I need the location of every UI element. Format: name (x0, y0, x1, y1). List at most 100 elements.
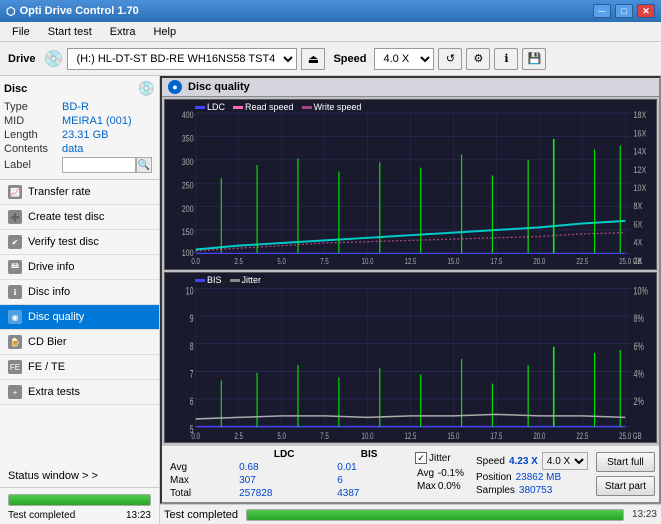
svg-text:400: 400 (182, 110, 194, 120)
buttons-section: Start full Start part (592, 446, 659, 502)
svg-text:25.0 GB: 25.0 GB (619, 258, 642, 266)
app-progress-fill (247, 510, 623, 520)
speed-avg-val: 4.23 X (509, 456, 538, 467)
main-area: Disc 💿 Type BD-R MID MEIRA1 (001) Length… (0, 76, 661, 524)
fe-te-icon: FE (8, 360, 22, 374)
svg-text:6%: 6% (633, 340, 643, 352)
disc-type-row: Type BD-R (4, 101, 155, 113)
stats-avg-ldc: 0.68 (235, 461, 333, 474)
drive-select[interactable]: (H:) HL-DT-ST BD-RE WH16NS58 TST4 (67, 48, 297, 70)
disc-label-input[interactable] (62, 157, 136, 173)
svg-text:12.5: 12.5 (405, 258, 417, 266)
svg-text:12X: 12X (633, 165, 646, 175)
stats-max-ldc: 307 (235, 474, 333, 487)
stats-max-bis: 6 (333, 474, 405, 487)
sidebar-item-cd-bier[interactable]: 🍺 CD Bier (0, 330, 159, 355)
stats-row: LDC BIS Avg 0.68 0.01 Max (162, 445, 659, 502)
svg-text:15.0: 15.0 (448, 258, 460, 266)
stats-max-label: Max (166, 474, 235, 487)
speed-select[interactable]: 4.0 X (374, 48, 434, 70)
sidebar-item-extra-tests[interactable]: + Extra tests (0, 380, 159, 405)
sidebar-item-disc-info[interactable]: ℹ Disc info (0, 280, 159, 305)
jitter-max-val: 0.0% (438, 481, 464, 492)
sidebar-item-verify-test-disc[interactable]: ✔ Verify test disc (0, 230, 159, 255)
svg-text:17.5: 17.5 (490, 258, 502, 266)
close-button[interactable]: ✕ (637, 4, 655, 18)
maximize-button[interactable]: □ (615, 4, 633, 18)
write-speed-legend-dot (302, 106, 312, 109)
bis-legend-dot (195, 279, 205, 282)
menu-file[interactable]: File (4, 24, 38, 40)
speed-section: Speed 4.23 X 4.0 X Position 23862 MB Sam… (472, 446, 592, 502)
svg-text:18X: 18X (633, 110, 646, 120)
svg-text:10%: 10% (633, 285, 647, 297)
save-button[interactable]: 💾 (522, 48, 546, 70)
disc-label-key: Label (4, 159, 62, 171)
disc-contents-row: Contents data (4, 143, 155, 155)
svg-text:2%: 2% (633, 396, 643, 408)
eject-button[interactable]: ⏏ (301, 48, 325, 70)
minimize-button[interactable]: ─ (593, 4, 611, 18)
stats-total-label: Total (166, 487, 235, 500)
menu-help[interactable]: Help (145, 24, 184, 40)
stats-header-ldc: LDC (235, 448, 333, 461)
sidebar-item-disc-quality[interactable]: ◉ Disc quality (0, 305, 159, 330)
sidebar-progress-fill (9, 495, 150, 505)
jitter-stats-table: Avg -0.1% Max 0.0% (415, 466, 466, 496)
speed-select-stat[interactable]: 4.0 X (542, 452, 588, 470)
speed-label: Speed (329, 53, 370, 65)
start-full-button[interactable]: Start full (596, 452, 655, 472)
svg-text:0.0: 0.0 (191, 258, 200, 266)
svg-text:16X: 16X (633, 129, 646, 139)
info-button[interactable]: ℹ (494, 48, 518, 70)
svg-text:350: 350 (182, 134, 194, 144)
svg-text:8: 8 (190, 340, 194, 352)
jitter-max-label: Max (417, 481, 436, 492)
disc-length-label: Length (4, 129, 62, 141)
disc-icon[interactable]: 💿 (138, 80, 155, 97)
status-window-button[interactable]: Status window > > (0, 465, 159, 488)
disc-panel-title: Disc (4, 83, 27, 95)
sidebar-progress-bar (8, 494, 151, 506)
svg-text:200: 200 (182, 204, 194, 214)
samples-label: Samples (476, 485, 515, 496)
drive-info-icon: 🖴 (8, 260, 22, 274)
chart1-svg: 400 350 300 250 200 150 100 18X 16X 14X … (165, 100, 656, 269)
stats-total-ldc: 257828 (235, 487, 333, 500)
position-value: 23862 MB (516, 472, 562, 483)
app-icon: ⬡ (6, 5, 16, 18)
jitter-checkbox[interactable]: ✓ (415, 452, 427, 464)
start-part-button[interactable]: Start part (596, 476, 655, 496)
sidebar-item-transfer-rate[interactable]: 📈 Transfer rate (0, 180, 159, 205)
disc-quality-icon: ◉ (8, 310, 22, 324)
svg-text:100: 100 (182, 248, 194, 258)
menu-bar: File Start test Extra Help (0, 22, 661, 42)
svg-text:20.0: 20.0 (533, 258, 545, 266)
svg-text:25.0 GB: 25.0 GB (619, 431, 642, 442)
ldc-legend-dot (195, 106, 205, 109)
read-speed-legend-label: Read speed (245, 102, 294, 112)
svg-text:14X: 14X (633, 147, 646, 157)
menu-extra[interactable]: Extra (102, 24, 144, 40)
refresh-button[interactable]: ↺ (438, 48, 462, 70)
read-speed-legend-dot (233, 106, 243, 109)
sidebar-item-create-test-disc[interactable]: ➕ Create test disc (0, 205, 159, 230)
menu-start-test[interactable]: Start test (40, 24, 100, 40)
disc-header: Disc 💿 (4, 80, 155, 97)
disc-quality-label: Disc quality (28, 311, 84, 323)
drive-label: Drive (4, 53, 40, 65)
disc-label-button[interactable]: 🔍 (136, 157, 152, 173)
svg-text:10.0: 10.0 (362, 258, 374, 266)
settings-button[interactable]: ⚙ (466, 48, 490, 70)
svg-text:2.5: 2.5 (234, 431, 243, 442)
sidebar-status-time: 13:23 (126, 510, 151, 521)
sidebar-item-fe-te[interactable]: FE FE / TE (0, 355, 159, 380)
sidebar: Disc 💿 Type BD-R MID MEIRA1 (001) Length… (0, 76, 160, 524)
sidebar-item-drive-info[interactable]: 🖴 Drive info (0, 255, 159, 280)
write-speed-legend-item: Write speed (302, 102, 362, 112)
svg-text:15.0: 15.0 (447, 431, 459, 442)
svg-text:300: 300 (182, 157, 194, 167)
create-test-disc-label: Create test disc (28, 211, 104, 223)
svg-text:22.5: 22.5 (576, 431, 588, 442)
drive-info-label: Drive info (28, 261, 74, 273)
